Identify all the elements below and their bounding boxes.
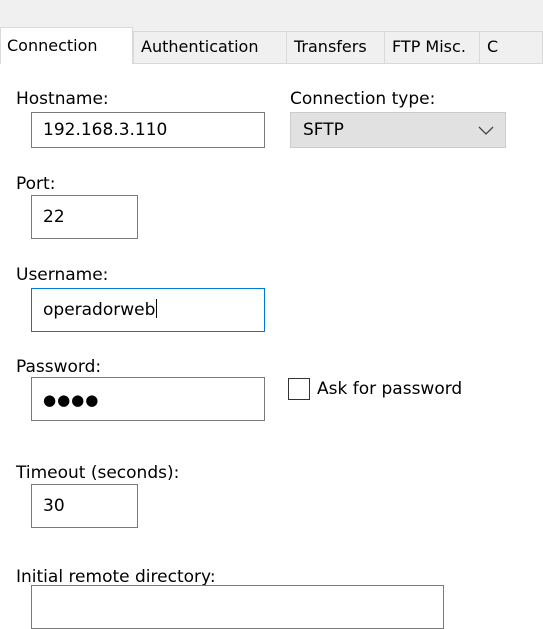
remote-directory-input[interactable]: [31, 585, 444, 629]
password-mask: ●●●●: [43, 391, 100, 409]
connection-type-label: Connection type:: [290, 89, 436, 109]
connection-type-select[interactable]: SFTP: [290, 112, 506, 148]
tab-ftp-misc[interactable]: FTP Misc.: [384, 31, 480, 63]
timeout-label: Timeout (seconds):: [16, 463, 180, 483]
remote-directory-label: Initial remote directory:: [16, 567, 216, 587]
username-input[interactable]: operadorweb: [31, 288, 265, 332]
hostname-input[interactable]: 192.168.3.110: [31, 112, 265, 148]
port-input[interactable]: 22: [31, 195, 138, 239]
tab-transfers[interactable]: Transfers: [286, 31, 385, 63]
hostname-label: Hostname:: [16, 89, 109, 109]
ask-for-password-label[interactable]: Ask for password: [317, 379, 462, 399]
password-input[interactable]: ●●●●: [31, 377, 265, 421]
chevron-down-icon: [478, 126, 494, 135]
tab-bar: Connection Authentication Transfers FTP …: [0, 27, 543, 64]
username-label: Username:: [16, 265, 109, 285]
tab-connection[interactable]: Connection: [0, 27, 133, 64]
password-label: Password:: [16, 357, 102, 377]
timeout-input[interactable]: 30: [31, 484, 138, 528]
ask-for-password-checkbox[interactable]: [288, 378, 310, 400]
tab-more[interactable]: C: [479, 31, 543, 63]
username-value: operadorweb: [43, 300, 156, 320]
text-caret: [156, 299, 158, 318]
tab-authentication[interactable]: Authentication: [133, 31, 287, 63]
connection-type-value: SFTP: [303, 120, 344, 140]
port-label: Port:: [16, 174, 56, 194]
